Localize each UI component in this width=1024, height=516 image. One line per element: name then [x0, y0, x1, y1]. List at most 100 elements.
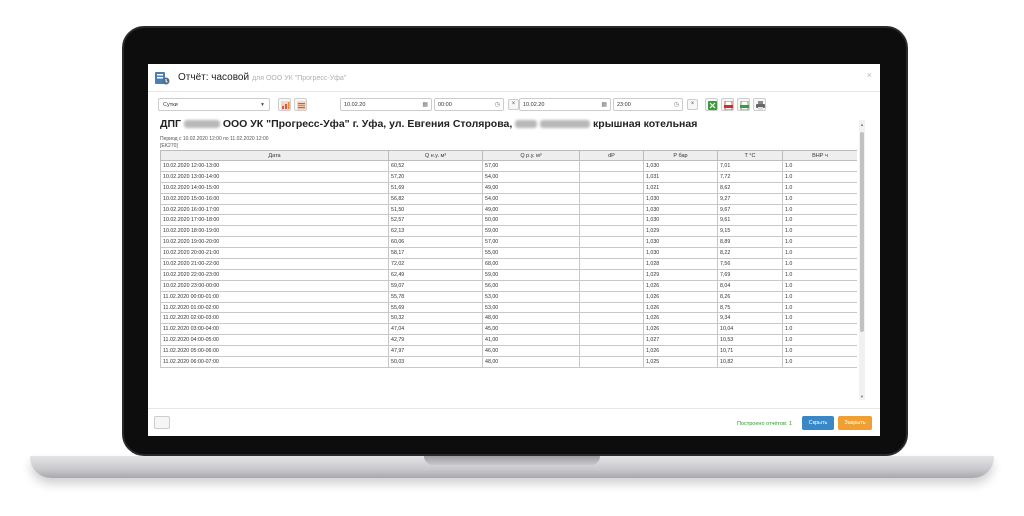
- period-select-value: Сутки: [163, 102, 178, 108]
- table-cell: 1,026: [643, 301, 718, 314]
- date-from-value: 10.02.20: [344, 102, 366, 108]
- clear-from-button[interactable]: ×: [508, 99, 519, 110]
- table-header-row: Дата Q н.у. м³ Q р.у. м³ dP P бар T °С ВНР ч: [160, 150, 857, 161]
- table-cell: 1,031: [643, 170, 718, 183]
- table-cell: 1,029: [643, 268, 718, 281]
- date-to-input[interactable]: 10.02.20 ▦: [519, 98, 611, 111]
- table-cell: 50,32: [388, 312, 483, 325]
- period-select[interactable]: Сутки ▼: [158, 98, 270, 111]
- table-cell: 10,71: [717, 345, 783, 358]
- dialog-footer: Построено отчётов: 1 Скрыть Закрыть: [148, 408, 880, 436]
- redacted-block: [540, 120, 591, 129]
- calendar-icon[interactable]: ▦: [601, 101, 607, 108]
- table-cell: 9,15: [717, 225, 783, 238]
- clock-icon[interactable]: ◷: [495, 101, 500, 108]
- export-xls-button[interactable]: [737, 98, 750, 111]
- table-row: 11.02.2020 01:00-02:00 55,69 53,00 1,026 8,7…: [160, 301, 857, 314]
- table-cell: 60,06: [388, 236, 483, 249]
- table-cell: 8,22: [717, 247, 783, 260]
- dialog-title-bar: Отчёт: часовой для ООО УК "Прогресс-Уфа" …: [148, 64, 880, 92]
- table-cell: 1.0: [782, 160, 857, 172]
- table-cell: 47,04: [388, 323, 483, 336]
- clock-icon[interactable]: ◷: [674, 101, 679, 108]
- table-cell: 8,75: [717, 301, 783, 314]
- table-cell: [579, 170, 644, 183]
- table-cell: 55,00: [482, 247, 580, 260]
- time-to-input[interactable]: 23:00 ◷: [613, 98, 683, 111]
- table-cell: 8,62: [717, 181, 783, 194]
- table-cell: 56,00: [482, 279, 580, 292]
- table-cell: 1.0: [782, 236, 857, 249]
- table-cell: 1,030: [643, 236, 718, 249]
- report-app-icon: [154, 70, 170, 86]
- table-cell: [579, 247, 644, 260]
- table-cell: 1,027: [643, 334, 718, 347]
- time-from-input[interactable]: 00:00 ◷: [434, 98, 504, 111]
- table-cell: 7,69: [717, 268, 783, 281]
- table-row: 11.02.2020 00:00-01:00 55,78 53,00 1,026 8,2…: [160, 290, 857, 303]
- table-cell: 10.02.2020 22:00-23:00: [160, 268, 389, 281]
- table-row: 10.02.2020 23:00-00:00 59,07 56,00 1,026 8,0…: [160, 279, 857, 292]
- report-title: ДПГ ООО УК "Прогресс-Уфа" г. Уфа, ул. Ев…: [160, 118, 697, 130]
- table-cell: 1.0: [782, 268, 857, 281]
- scroll-down-icon[interactable]: ▼: [860, 394, 864, 399]
- table-cell: 1.0: [782, 192, 857, 205]
- table-body: 10.02.2020 12:00-13:00 60,52 57,00 1,030 7,0…: [160, 160, 857, 368]
- table-cell: 10,53: [717, 334, 783, 347]
- export-pdf-button[interactable]: [721, 98, 734, 111]
- table-cell: 11.02.2020 03:00-04:00: [160, 323, 389, 336]
- table-cell: [579, 181, 644, 194]
- report-title-address: ООО УК "Прогресс-Уфа" г. Уфа, ул. Евгени…: [222, 118, 513, 130]
- table-cell: 11.02.2020 02:00-03:00: [160, 312, 389, 325]
- laptop-mockup: Отчёт: часовой для ООО УК "Прогресс-Уфа" …: [0, 0, 1024, 516]
- table-cell: 1.0: [782, 225, 857, 238]
- chart-report-button[interactable]: [278, 98, 291, 111]
- table-row: 10.02.2020 18:00-19:00 62,13 59,00 1,029 9,1…: [160, 225, 857, 238]
- close-button[interactable]: Закрыть: [838, 416, 872, 430]
- table-cell: 72,02: [388, 258, 483, 270]
- table-cell: 1.0: [782, 345, 857, 358]
- laptop-notch: [424, 456, 600, 465]
- table-scrollbar[interactable]: ▲ ▼: [859, 120, 865, 400]
- scroll-up-icon[interactable]: ▲: [860, 122, 864, 127]
- table-cell: [579, 160, 644, 172]
- table-cell: [579, 192, 644, 205]
- calendar-icon[interactable]: ▦: [422, 101, 428, 108]
- window-toggle-icon[interactable]: [154, 416, 170, 429]
- table-cell: 1.0: [782, 203, 857, 216]
- time-to-value: 23:00: [617, 102, 631, 108]
- table-row: 11.02.2020 03:00-04:00 47,04 45,00 1,026 10,…: [160, 323, 857, 336]
- scrollbar-thumb[interactable]: [860, 132, 864, 332]
- table-cell: 1,030: [643, 160, 718, 172]
- table-row: 11.02.2020 04:00-05:00 42,79 41,00 1,027 10,…: [160, 334, 857, 347]
- table-cell: 62,49: [388, 268, 483, 281]
- table-cell: 10.02.2020 14:00-15:00: [160, 181, 389, 194]
- hide-button[interactable]: Скрыть: [802, 416, 834, 430]
- table-cell: 50,03: [388, 356, 483, 368]
- table-cell: [579, 258, 644, 270]
- table-cell: 10.02.2020 23:00-00:00: [160, 279, 389, 292]
- report-table: Дата Q н.у. м³ Q р.у. м³ dP P бар T °С ВНР ч 1…: [160, 150, 857, 368]
- table-row: 10.02.2020 22:00-23:00 62,49 59,00 1,029 7,6…: [160, 268, 857, 281]
- table-cell: 1.0: [782, 323, 857, 336]
- table-cell: 7,56: [717, 258, 783, 270]
- table-row: 10.02.2020 20:00-21:00 58,17 55,00 1,030 8,2…: [160, 247, 857, 260]
- date-from-input[interactable]: 10.02.20 ▦: [340, 98, 432, 111]
- table-cell: 1.0: [782, 181, 857, 194]
- table-cell: 57,00: [482, 236, 580, 249]
- table-cell: 11.02.2020 00:00-01:00: [160, 290, 389, 303]
- table-cell: 51,69: [388, 181, 483, 194]
- export-excel-button[interactable]: [705, 98, 718, 111]
- table-cell: 50,00: [482, 214, 580, 227]
- table-cell: 59,00: [482, 268, 580, 281]
- table-cell: 7,01: [717, 160, 783, 172]
- table-report-button[interactable]: [294, 98, 307, 111]
- table-cell: 1.0: [782, 170, 857, 183]
- table-cell: 48,00: [482, 356, 580, 368]
- dialog-subtitle: для ООО УК "Прогресс-Уфа": [252, 75, 347, 82]
- clear-to-button[interactable]: ×: [687, 99, 698, 110]
- column-header: ВНР ч: [782, 150, 857, 161]
- close-icon[interactable]: ×: [867, 70, 872, 80]
- table-cell: 11.02.2020 05:00-06:00: [160, 345, 389, 358]
- print-icon[interactable]: [753, 98, 766, 111]
